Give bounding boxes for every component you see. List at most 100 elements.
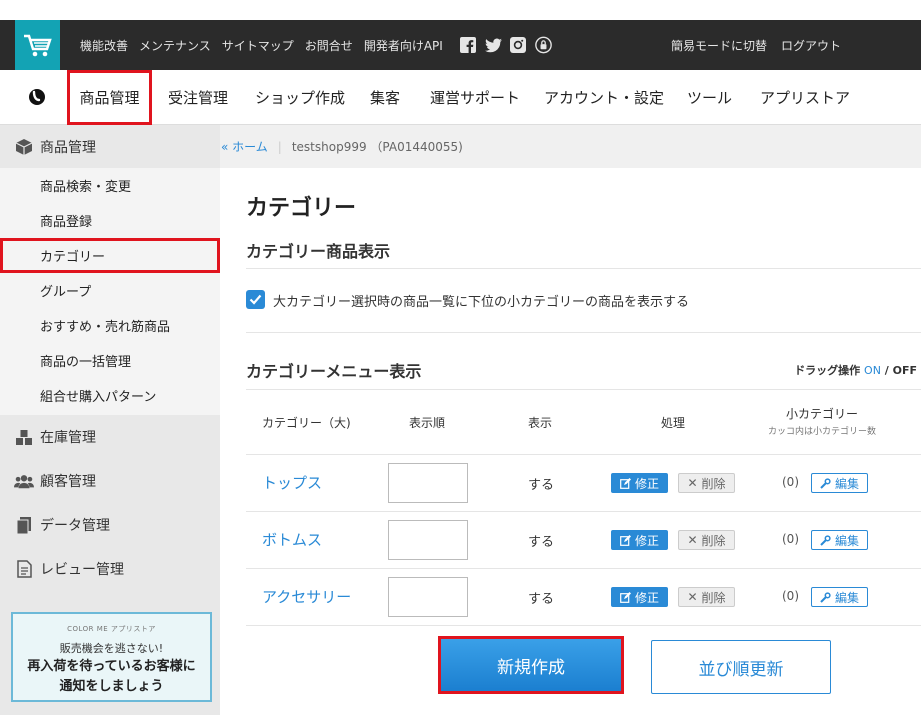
drag-label: ドラッグ操作	[794, 364, 861, 377]
drag-off-toggle[interactable]: OFF	[893, 364, 917, 377]
sidebar-item-bulk[interactable]: 商品の一括管理	[0, 343, 220, 378]
category-link[interactable]: ボトムス	[262, 529, 322, 550]
sidebar-item-category[interactable]: カテゴリー	[0, 238, 220, 273]
wrench-icon	[820, 477, 831, 489]
category-link[interactable]: アクセサリー	[262, 586, 351, 607]
subcategory-count: (0)	[782, 589, 799, 603]
nav-item-marketing[interactable]: 集客	[370, 70, 400, 125]
wrench-icon	[820, 534, 831, 546]
edit-button[interactable]: 修正	[611, 473, 668, 493]
show-subcategory-checkbox[interactable]	[246, 290, 265, 309]
divider	[246, 268, 921, 269]
toplink-improvements[interactable]: 機能改善	[80, 37, 128, 54]
column-header-category: カテゴリー（大)	[262, 416, 351, 430]
breadcrumb: « ホーム | testshop999 （PA01440055)	[220, 125, 921, 168]
nav-item-account[interactable]: アカウント・設定	[544, 70, 664, 125]
simple-mode-link[interactable]: 簡易モードに切替	[671, 37, 767, 54]
nav-item-tools[interactable]: ツール	[687, 70, 732, 125]
app-store-banner[interactable]: COLOR ME アプリストア 販売機会を逃さない! 再入荷を待っているお客様に…	[11, 612, 212, 702]
wrench-icon	[820, 591, 831, 603]
sidebar-section-inventory[interactable]: 在庫管理	[0, 415, 220, 459]
subcategory-edit-button[interactable]: 編集	[811, 473, 868, 493]
logout-link[interactable]: ログアウト	[781, 37, 841, 54]
nav-item-shop-builder[interactable]: ショップ作成	[255, 70, 345, 125]
sidebar-item-combo[interactable]: 組合せ購入パターン	[0, 378, 220, 413]
edit-button-label: 修正	[634, 476, 659, 491]
breadcrumb-home-link[interactable]: « ホーム	[221, 138, 268, 155]
close-icon: ✕	[687, 533, 698, 547]
users-icon	[14, 472, 34, 490]
cart-icon[interactable]	[15, 20, 60, 72]
column-header-subcategory: 小カテゴリー カッコ内は小カテゴリー数	[762, 405, 882, 437]
banner-line3: 通知をしましょう	[59, 679, 164, 694]
sidebar-section-reviews[interactable]: レビュー管理	[0, 547, 220, 591]
sidebar-section-customers[interactable]: 顧客管理	[0, 459, 220, 503]
sidebar-item-product-register[interactable]: 商品登録	[0, 203, 220, 238]
sidebar: 商品管理 商品検索・変更 商品登録 カテゴリー グループ おすすめ・売れ筋商品 …	[0, 125, 220, 715]
create-new-button[interactable]: 新規作成	[438, 636, 624, 694]
display-status: する	[528, 592, 555, 607]
nav-item-products[interactable]: 商品管理	[67, 70, 152, 125]
sidebar-item-recommended[interactable]: おすすめ・売れ筋商品	[0, 308, 220, 343]
sidebar-section-label: データ管理	[40, 518, 110, 534]
column-header-display: 表示	[528, 416, 553, 430]
lock-icon[interactable]	[534, 36, 552, 54]
edit-button[interactable]: 修正	[611, 530, 668, 550]
display-status: する	[528, 535, 555, 550]
subcategory-edit-button[interactable]: 編集	[811, 530, 868, 550]
divider	[246, 568, 921, 569]
main-nav: 商品管理 受注管理 ショップ作成 集客 運営サポート アカウント・設定 ツール …	[0, 70, 921, 125]
divider	[246, 625, 921, 626]
subcategory-header-note: カッコ内は小カテゴリー数	[767, 427, 876, 437]
sidebar-section-products[interactable]: 商品管理	[0, 125, 220, 169]
nav-item-app-store[interactable]: アプリストア	[760, 70, 850, 125]
divider	[246, 511, 921, 512]
subcategory-edit-button[interactable]: 編集	[811, 587, 868, 607]
delete-button[interactable]: ✕ 削除	[678, 587, 735, 607]
breadcrumb-divider: |	[277, 139, 282, 154]
twitter-icon[interactable]	[484, 37, 502, 54]
sidebar-section-label: レビュー管理	[40, 562, 124, 578]
display-status: する	[528, 478, 555, 493]
sidebar-submenu: 商品検索・変更 商品登録 カテゴリー グループ おすすめ・売れ筋商品 商品の一括…	[0, 168, 220, 415]
nav-item-orders[interactable]: 受注管理	[168, 70, 228, 125]
drag-on-toggle[interactable]: ON	[864, 364, 881, 377]
delete-button-label: 削除	[701, 533, 726, 548]
category-link[interactable]: トップス	[262, 472, 322, 493]
banner-line2: 再入荷を待っているお客様に	[27, 659, 196, 674]
show-subcategory-label: 大カテゴリー選択時の商品一覧に下位の小カテゴリーの商品を表示する	[273, 295, 690, 310]
top-links: 機能改善 メンテナンス サイトマップ お問合せ 開発者向けAPI	[80, 20, 552, 70]
sidebar-section-label: 商品管理	[40, 140, 96, 156]
column-header-order: 表示順	[409, 416, 446, 430]
toplink-developer-api[interactable]: 開発者向けAPI	[364, 37, 443, 54]
sidebar-item-product-search[interactable]: 商品検索・変更	[0, 168, 220, 203]
toplink-contact[interactable]: お問合せ	[305, 37, 353, 54]
colorme-logo-icon[interactable]	[26, 86, 48, 108]
close-icon: ✕	[687, 476, 698, 490]
delete-button-label: 削除	[701, 590, 726, 605]
instagram-icon[interactable]	[510, 37, 527, 54]
nav-item-support[interactable]: 運営サポート	[430, 70, 520, 125]
toplink-sitemap[interactable]: サイトマップ	[222, 37, 294, 54]
subcategory-edit-label: 編集	[834, 590, 859, 605]
sidebar-section-data[interactable]: データ管理	[0, 503, 220, 547]
order-input[interactable]	[388, 463, 468, 503]
subcategory-count: (0)	[782, 532, 799, 546]
order-input[interactable]	[388, 577, 468, 617]
edit-icon	[620, 477, 631, 489]
delete-button[interactable]: ✕ 削除	[678, 473, 735, 493]
section-title-product-display: カテゴリー商品表示	[246, 242, 391, 261]
edit-button[interactable]: 修正	[611, 587, 668, 607]
divider	[246, 454, 921, 455]
sidebar-item-group[interactable]: グループ	[0, 273, 220, 308]
close-icon: ✕	[687, 590, 698, 604]
toplink-maintenance[interactable]: メンテナンス	[139, 37, 211, 54]
delete-button[interactable]: ✕ 削除	[678, 530, 735, 550]
column-header-action: 処理	[661, 416, 686, 430]
order-input[interactable]	[388, 520, 468, 560]
facebook-icon[interactable]	[460, 37, 477, 54]
breadcrumb-shop: testshop999 （PA01440055)	[291, 140, 463, 154]
document-stack-icon	[14, 516, 34, 534]
update-order-button[interactable]: 並び順更新	[651, 640, 831, 694]
top-right-links: 簡易モードに切替 ログアウト	[671, 20, 841, 70]
